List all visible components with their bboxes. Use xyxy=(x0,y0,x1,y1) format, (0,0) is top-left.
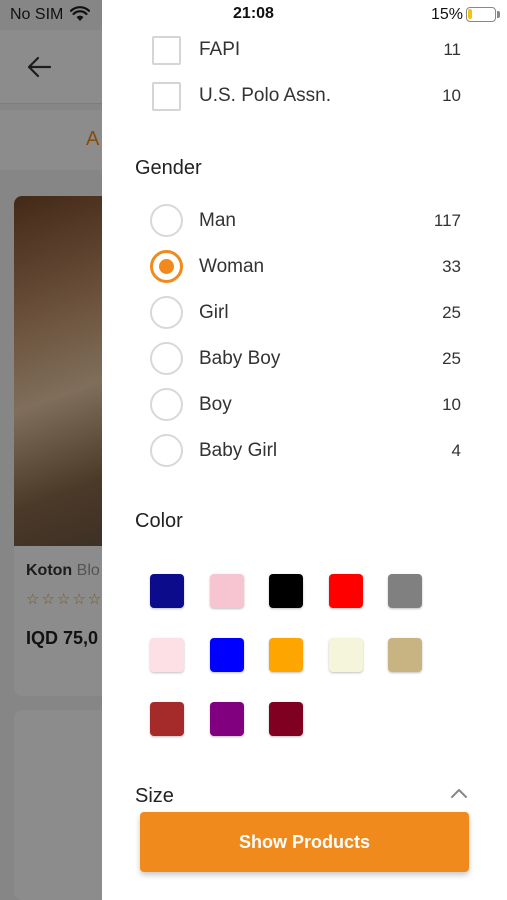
color-swatch[interactable] xyxy=(328,638,363,672)
color-swatch[interactable] xyxy=(388,574,422,608)
option-label: Baby Girl xyxy=(199,440,278,461)
chevron-up-icon[interactable] xyxy=(449,786,469,800)
color-swatch[interactable] xyxy=(150,574,184,608)
gender-option-baby-girl[interactable]: Baby Girl 4 xyxy=(102,428,507,474)
status-bar: No SIM 21:08 15% xyxy=(0,0,507,30)
radio-button[interactable] xyxy=(150,434,183,467)
battery-percent: 15% xyxy=(431,6,464,23)
option-count: 25 xyxy=(442,349,461,368)
radio-button[interactable] xyxy=(150,296,183,329)
color-swatch[interactable] xyxy=(209,574,244,608)
option-label: Man xyxy=(199,210,236,231)
battery-fill xyxy=(468,9,472,19)
gender-option-man[interactable]: Man 117 xyxy=(102,198,507,244)
gender-option-girl[interactable]: Girl 25 xyxy=(102,290,507,336)
color-swatch[interactable] xyxy=(209,702,244,736)
option-label: U.S. Polo Assn. xyxy=(199,85,332,106)
radio-button-selected[interactable] xyxy=(150,250,183,283)
checkbox[interactable] xyxy=(152,36,181,65)
radio-button[interactable] xyxy=(150,204,183,237)
gender-option-boy[interactable]: Boy 10 xyxy=(102,382,507,428)
color-swatch[interactable] xyxy=(150,638,184,672)
option-count: 4 xyxy=(451,441,461,460)
color-swatch[interactable] xyxy=(269,638,303,672)
brand-option-fapi[interactable]: FAPI 11 xyxy=(102,27,507,73)
radio-button[interactable] xyxy=(150,342,183,375)
color-swatch[interactable] xyxy=(328,574,363,608)
gender-option-woman[interactable]: Woman 33 xyxy=(102,244,507,290)
checkbox[interactable] xyxy=(152,82,181,111)
color-swatch[interactable] xyxy=(388,638,422,672)
option-label: Boy xyxy=(199,394,232,415)
size-section-title: Size xyxy=(135,785,174,807)
option-label: FAPI xyxy=(199,39,241,60)
color-swatch[interactable] xyxy=(269,574,303,608)
color-swatch[interactable] xyxy=(269,702,303,736)
color-section-title: Color xyxy=(135,510,183,532)
radio-button[interactable] xyxy=(150,388,183,421)
option-label: Baby Boy xyxy=(199,348,281,369)
battery-cap xyxy=(497,11,500,18)
gender-option-baby-boy[interactable]: Baby Boy 25 xyxy=(102,336,507,382)
color-swatch[interactable] xyxy=(150,702,184,736)
option-count: 25 xyxy=(442,303,461,322)
gender-section-title: Gender xyxy=(135,157,202,179)
option-label: Girl xyxy=(199,302,229,323)
option-count: 117 xyxy=(433,211,461,230)
brand-option-us-polo[interactable]: U.S. Polo Assn. 10 xyxy=(102,73,507,119)
option-count: 10 xyxy=(442,395,461,414)
filter-drawer: FAPI 11 U.S. Polo Assn. 10 Gender Man 11… xyxy=(102,0,507,900)
battery-icon xyxy=(466,7,496,22)
option-count: 11 xyxy=(443,40,461,59)
option-label: Woman xyxy=(199,256,265,277)
color-swatch[interactable] xyxy=(209,638,244,672)
option-count: 10 xyxy=(442,86,461,105)
show-products-button[interactable]: Show Products xyxy=(140,812,469,872)
option-count: 33 xyxy=(442,257,461,276)
